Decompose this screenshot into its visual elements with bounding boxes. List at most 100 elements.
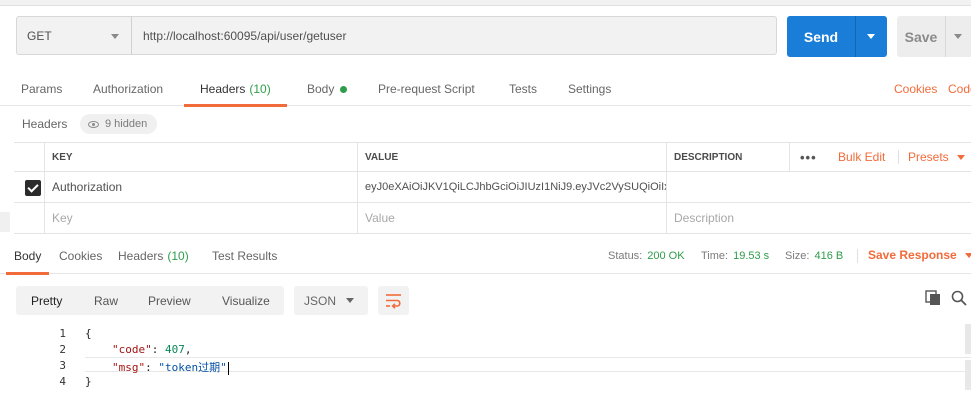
tab-authorization[interactable]: Authorization — [93, 72, 163, 106]
line-number: 2 — [59, 343, 66, 356]
tab-params[interactable]: Params — [21, 72, 62, 106]
status-indicator: Status: 200 OK — [608, 238, 685, 274]
row-enabled-checkbox[interactable] — [25, 180, 41, 196]
tab-tests[interactable]: Tests — [509, 72, 537, 106]
text-cursor — [227, 361, 229, 375]
code-line: { — [85, 327, 92, 340]
json-key: "msg" — [112, 361, 146, 374]
time-value: 19.53 s — [733, 250, 770, 262]
view-pretty-button[interactable]: Pretty — [31, 286, 62, 315]
wrap-lines-icon — [386, 294, 401, 309]
chevron-down-icon — [346, 298, 354, 303]
view-raw-button[interactable]: Raw — [94, 286, 118, 315]
top-strip — [0, 0, 971, 6]
scrollbar[interactable] — [965, 324, 971, 354]
wrap-lines-button[interactable] — [378, 286, 409, 315]
tab-response-headers[interactable]: Headers (10) — [118, 238, 189, 274]
tab-label: Cookies — [59, 249, 103, 263]
json-comma: , — [184, 343, 192, 356]
view-preview-button[interactable]: Preview — [148, 286, 191, 315]
brace-open: { — [85, 327, 92, 340]
body-indicator-dot — [340, 85, 348, 93]
tab-label: Authorization — [93, 82, 164, 96]
tab-response-cookies[interactable]: Cookies — [59, 238, 102, 274]
size-value: 416 B — [814, 250, 844, 262]
brace-close: } — [85, 375, 92, 388]
code-line: "msg": "token过期" — [112, 359, 229, 375]
cookies-label: Cookies — [894, 82, 938, 96]
new-value-input[interactable]: Value — [357, 203, 667, 233]
tab-label: Pre-request Script — [378, 82, 475, 96]
code-link[interactable]: Code — [948, 72, 971, 106]
tab-headers[interactable]: Headers (10) — [184, 72, 287, 107]
size-label: Size: — [785, 250, 810, 262]
header-description-cell[interactable] — [666, 172, 971, 202]
format-value: JSON — [304, 293, 337, 308]
cookies-link[interactable]: Cookies — [894, 72, 937, 106]
save-button[interactable]: Save — [897, 16, 971, 57]
divider — [898, 150, 899, 164]
save-response-dropdown[interactable]: Save Response — [868, 238, 971, 272]
tab-label: Body — [307, 82, 335, 96]
table-row: Authorization eyJ0eXAiOiJKV1QiLCJhbGciOi… — [14, 172, 971, 203]
search-icon[interactable] — [951, 290, 967, 306]
save-response-label: Save Response — [868, 248, 957, 262]
table-header-row: KEY VALUE DESCRIPTION ••• Bulk Edit Pres… — [14, 143, 971, 172]
tab-prerequest-script[interactable]: Pre-request Script — [378, 72, 475, 106]
tab-settings[interactable]: Settings — [568, 72, 611, 106]
header-value-cell[interactable]: eyJ0eXAiOiJKV1QiLCJhbGciOiJIUzI1NiJ9.eyJ… — [357, 172, 667, 202]
scrollbar[interactable] — [965, 360, 971, 390]
url-input[interactable]: http://localhost:60095/api/user/getuser — [131, 16, 777, 55]
eye-icon — [88, 120, 99, 128]
tab-label: Body — [14, 249, 42, 263]
new-key-input[interactable]: Key — [44, 203, 358, 233]
tab-label: Headers — [200, 82, 246, 96]
method-select[interactable]: GET — [16, 16, 132, 55]
chevron-down-icon — [111, 34, 119, 39]
response-tabs: Body Cookies Headers (10) Test Results S… — [0, 238, 971, 275]
json-colon: : — [145, 361, 159, 374]
save-options-chevron-icon[interactable] — [954, 34, 962, 39]
json-number: 407 — [165, 343, 185, 356]
headers-count: (10) — [167, 249, 189, 263]
headers-subheader: Headers 9 hidden — [0, 106, 971, 142]
tab-label: Headers — [118, 249, 164, 263]
line-number: 1 — [59, 327, 66, 340]
code-label: Code — [948, 82, 971, 96]
column-header-value: VALUE — [357, 143, 667, 171]
save-divider — [945, 16, 946, 57]
chevron-down-icon — [964, 252, 971, 258]
copy-icon[interactable] — [925, 290, 941, 306]
size-indicator: Size: 416 B — [785, 238, 843, 274]
new-description-input[interactable]: Description — [666, 203, 971, 233]
hidden-headers-toggle[interactable]: 9 hidden — [80, 114, 158, 134]
tab-test-results[interactable]: Test Results — [212, 238, 277, 274]
presets-label: Presets — [908, 150, 949, 164]
line-number: 3 — [59, 359, 66, 372]
headers-count: (10) — [249, 82, 271, 96]
header-key-cell[interactable]: Authorization — [44, 172, 358, 202]
format-select[interactable]: JSON — [294, 286, 368, 315]
status-value: 200 OK — [647, 250, 685, 262]
view-visualize-button[interactable]: Visualize — [222, 286, 270, 315]
left-gutter — [0, 212, 10, 232]
code-line: "code": 407, — [112, 343, 192, 356]
tab-body[interactable]: Body — [307, 72, 348, 106]
tab-label: Tests — [509, 82, 538, 96]
tab-response-body[interactable]: Body — [5, 238, 50, 275]
bulk-edit-link[interactable]: Bulk Edit — [838, 143, 885, 171]
presets-dropdown[interactable]: Presets — [908, 143, 965, 171]
chevron-down-icon — [956, 154, 965, 160]
code-line: } — [85, 375, 92, 388]
json-string: "token过期" — [158, 361, 227, 374]
save-label: Save — [904, 28, 938, 45]
more-options-icon[interactable]: ••• — [800, 143, 817, 171]
headers-table: KEY VALUE DESCRIPTION ••• Bulk Edit Pres… — [14, 142, 971, 234]
tab-label: Settings — [568, 82, 612, 96]
send-options-chevron-icon[interactable] — [867, 34, 875, 39]
view-mode-group: Pretty Raw Preview Visualize — [16, 286, 284, 315]
json-key: "code" — [112, 343, 152, 356]
send-button[interactable]: Send — [787, 16, 887, 57]
url-value: http://localhost:60095/api/user/getuser — [143, 28, 347, 43]
divider — [857, 249, 858, 263]
